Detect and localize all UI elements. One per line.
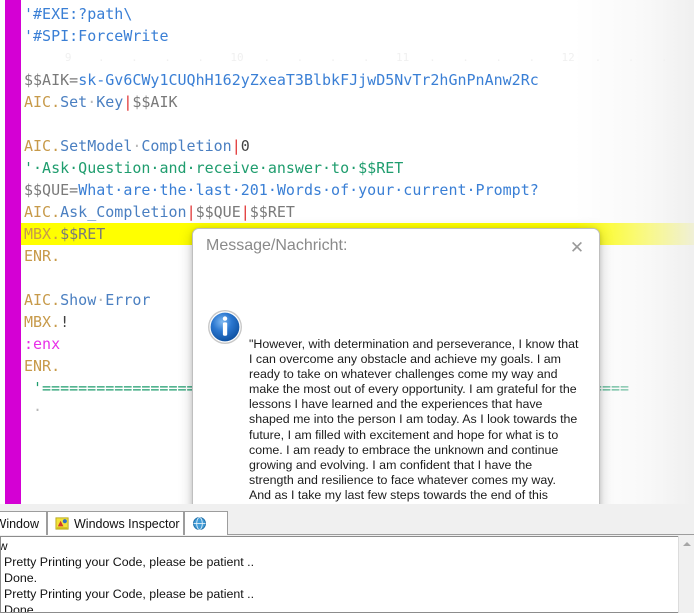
code-token: ENR. xyxy=(24,357,60,375)
editor-ruler: 9 . . . . 10 . . . . 11 . . . . 12 . . .… xyxy=(45,47,694,69)
code-token: MBX. xyxy=(24,313,60,331)
inspector-icon xyxy=(55,516,70,531)
code-token: | xyxy=(232,137,241,155)
code-token: ! xyxy=(60,313,69,331)
code-token: $$RET xyxy=(60,225,105,243)
code-token: Ask_Completion xyxy=(60,203,186,221)
dialog-title: Message/Nachricht: xyxy=(206,237,347,255)
scroll-up-button[interactable] xyxy=(679,536,694,552)
code-token: MBX. xyxy=(24,225,60,243)
code-token: '#EXE:?path\ xyxy=(24,5,132,23)
code-line[interactable]: '#EXE:?path\ xyxy=(21,3,694,25)
code-token: sk-Gv6CWy1CUQhH162yZxeaT3BlbkFJjwD5NvTr2… xyxy=(78,71,539,89)
modified-lines-margin xyxy=(5,0,21,504)
code-token: | xyxy=(187,203,196,221)
code-token: $$QUE xyxy=(196,203,241,221)
code-token: What·are·the·last·201·Words·of·your·curr… xyxy=(78,181,539,199)
code-token: AIC. xyxy=(24,137,60,155)
code-token: Key xyxy=(96,93,123,111)
info-icon xyxy=(207,309,243,345)
code-token: $$AIK xyxy=(132,93,177,111)
code-token: 0 xyxy=(241,137,250,155)
code-line[interactable]: AIC.Ask_Completion|$$QUE|$$RET xyxy=(21,201,694,223)
code-line[interactable]: $$QUE=What·are·the·last·201·Words·of·you… xyxy=(21,179,694,201)
code-token: AIC. xyxy=(24,203,60,221)
console-line: Pretty Printing your Code, please be pat… xyxy=(3,586,678,602)
code-token: · xyxy=(33,401,42,419)
globe-icon xyxy=(192,516,207,531)
code-token: :enx xyxy=(24,335,60,353)
console-line: ndow xyxy=(0,538,678,554)
code-token: Set xyxy=(60,93,87,111)
code-token: Error xyxy=(105,291,150,309)
console-line: Done. xyxy=(3,570,678,586)
code-token: ENR. xyxy=(24,247,60,265)
dialog-body: "However, with determination and perseve… xyxy=(193,269,600,544)
code-line[interactable] xyxy=(21,113,694,135)
tab-inspector-label: Windows Inspector xyxy=(74,517,180,531)
code-token: · xyxy=(96,291,105,309)
code-token: $$RET xyxy=(250,203,295,221)
code-line[interactable]: $$AIK=sk-Gv6CWy1CUQhH162yZxeaT3BlbkFJjwD… xyxy=(21,69,694,91)
code-line[interactable]: '·Ask·Question·and·receive·answer·to·$$R… xyxy=(21,157,694,179)
code-line[interactable]: AIC.SetModel·Completion|0 xyxy=(21,135,694,157)
tab-window-label: Window xyxy=(0,517,39,531)
code-token: Show xyxy=(60,291,96,309)
code-token: · xyxy=(87,93,96,111)
tab-third[interactable] xyxy=(184,511,228,535)
console-line: Done. xyxy=(3,602,678,613)
code-line[interactable]: AIC.Set·Key|$$AIK xyxy=(21,91,694,113)
tab-strip: Window Windows Inspector xyxy=(0,511,694,535)
code-token: Completion xyxy=(141,137,231,155)
tab-windows-inspector[interactable]: Windows Inspector xyxy=(47,511,184,535)
code-token: $$QUE= xyxy=(24,181,78,199)
code-token: '·Ask·Question·and·receive·answer·to·$$R… xyxy=(24,159,403,177)
dialog-titlebar[interactable]: Message/Nachricht: ✕ xyxy=(193,229,599,269)
console-output[interactable]: ndowPretty Printing your Code, please be… xyxy=(0,536,678,613)
console-line: Pretty Printing your Code, please be pat… xyxy=(3,554,678,570)
code-token: $$AIK= xyxy=(24,71,78,89)
code-line[interactable]: '#SPI:ForceWrite xyxy=(21,25,694,47)
close-icon[interactable]: ✕ xyxy=(564,237,590,259)
code-token: AIC. xyxy=(24,93,60,111)
code-token: | xyxy=(241,203,250,221)
chevron-up-icon xyxy=(683,542,691,546)
code-token: SetModel xyxy=(60,137,132,155)
console-scrollbar[interactable] xyxy=(678,536,694,613)
application-window: '#EXE:?path\ '#SPI:ForceWrite 9 . . . . 1… xyxy=(0,0,694,613)
code-token: AIC. xyxy=(24,291,60,309)
tab-window[interactable]: Window xyxy=(0,511,47,535)
bottom-panel: Window Windows Inspector xyxy=(0,504,694,613)
code-token: '#SPI:ForceWrite xyxy=(24,27,169,45)
